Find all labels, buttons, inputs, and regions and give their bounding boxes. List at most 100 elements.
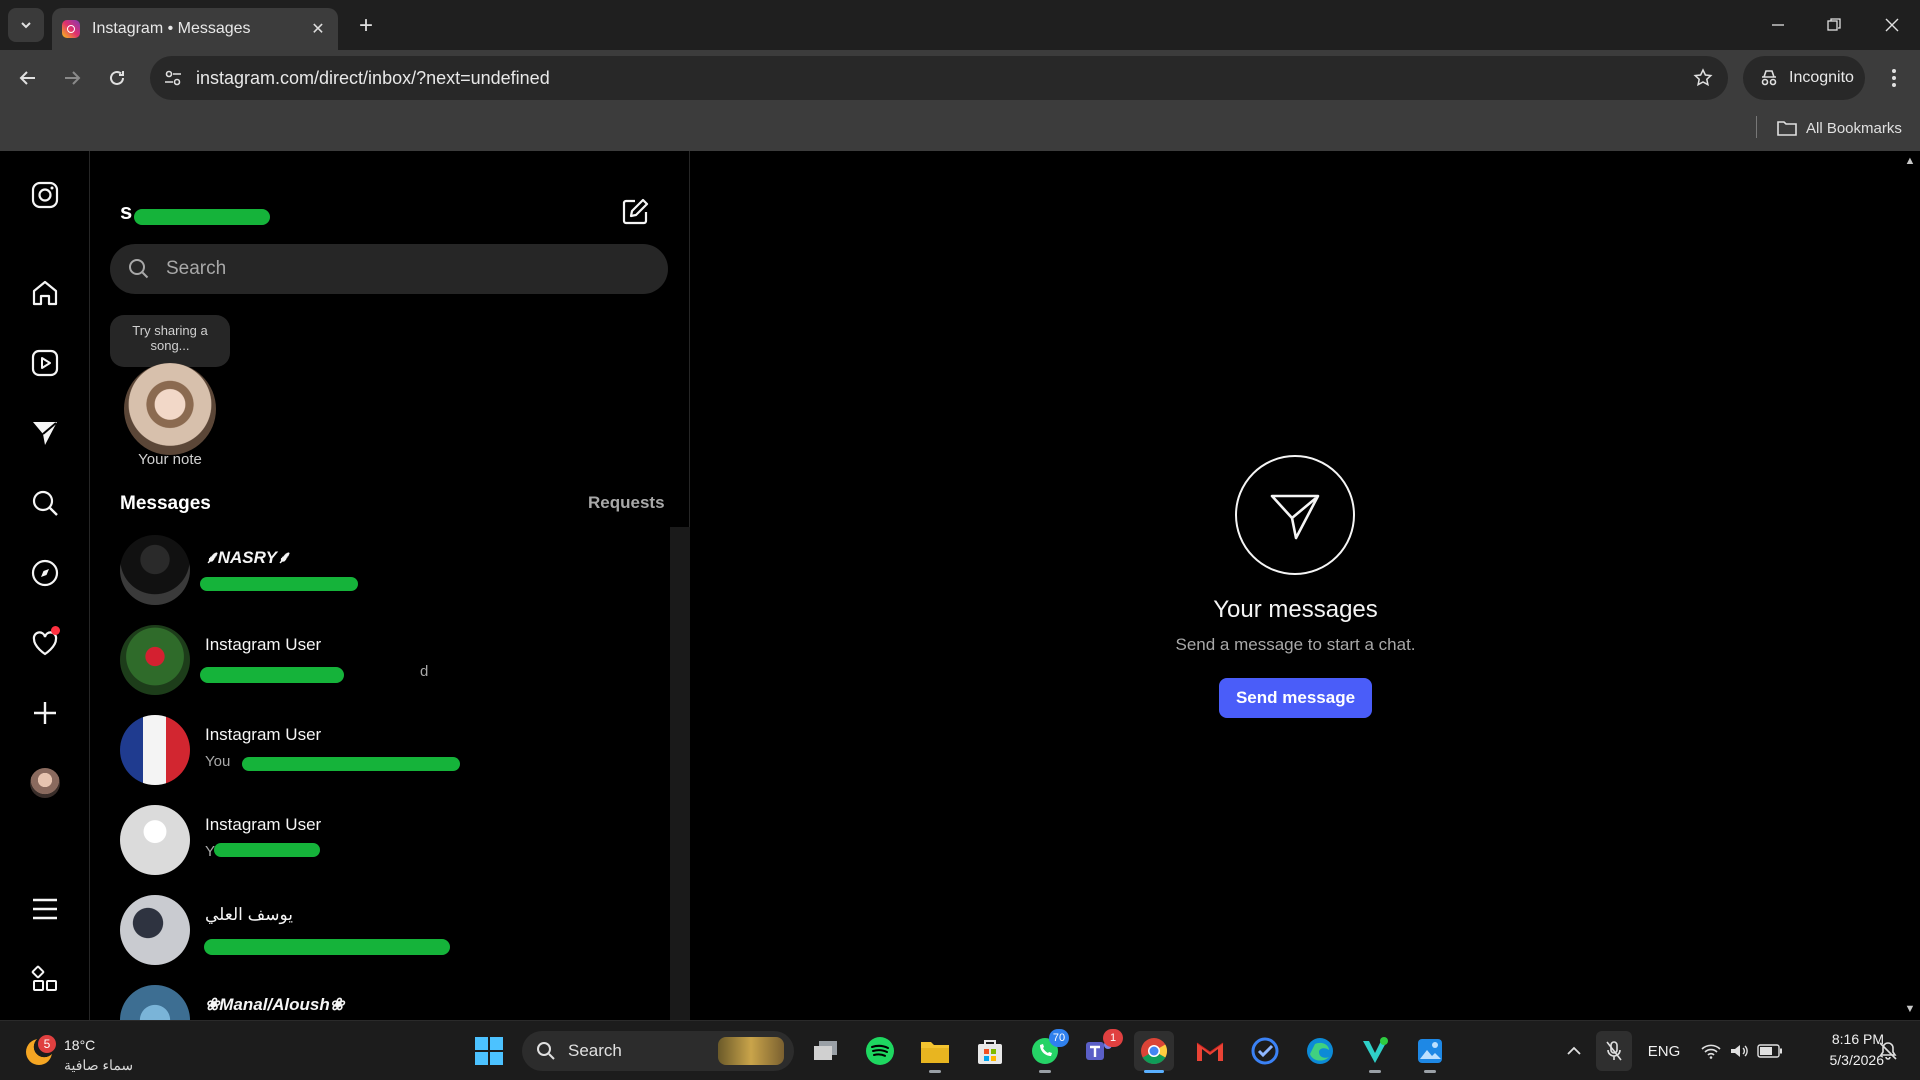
reload-button[interactable] bbox=[101, 62, 133, 94]
language-indicator[interactable]: ENG bbox=[1644, 1031, 1684, 1071]
tab-title: Instagram • Messages bbox=[92, 20, 251, 37]
photos-app[interactable] bbox=[1410, 1031, 1450, 1073]
close-icon bbox=[1885, 18, 1899, 32]
task-view-button[interactable] bbox=[806, 1031, 846, 1071]
thread-name: ⸙NASRY⸙ bbox=[205, 548, 290, 567]
start-button[interactable] bbox=[469, 1031, 509, 1071]
microphone-muted-icon bbox=[1606, 1041, 1622, 1061]
thread-name: Instagram User bbox=[205, 635, 322, 654]
incognito-icon bbox=[1761, 70, 1777, 86]
windows-taskbar: 5 18°C سماء صافية Search 70 1 ENG 8:16 P… bbox=[0, 1020, 1920, 1080]
search-input[interactable]: Search bbox=[110, 244, 668, 294]
note-bubble[interactable]: Try sharing a song... bbox=[110, 315, 230, 367]
quick-settings[interactable] bbox=[1696, 1031, 1788, 1071]
more-menu-icon[interactable] bbox=[25, 889, 65, 929]
restore-button[interactable] bbox=[1814, 10, 1854, 40]
thread-row[interactable]: Instagram User You bbox=[90, 707, 670, 797]
file-explorer-app[interactable] bbox=[915, 1031, 955, 1073]
task-view-icon bbox=[814, 1041, 837, 1060]
back-button[interactable] bbox=[12, 62, 44, 94]
whatsapp-app[interactable]: 70 bbox=[1025, 1029, 1069, 1073]
thread-preview: d bbox=[420, 663, 429, 680]
running-indicator bbox=[929, 1070, 941, 1073]
instagram-logo-icon[interactable] bbox=[25, 175, 65, 215]
reels-icon[interactable] bbox=[25, 343, 65, 383]
inbox-username[interactable]: s bbox=[120, 199, 132, 225]
page-scrollbar[interactable]: ▲ ▼ bbox=[1900, 151, 1920, 1020]
empty-subtitle: Send a message to start a chat. bbox=[1175, 635, 1416, 654]
messages-heading: Messages bbox=[120, 493, 211, 514]
active-tab[interactable]: Instagram • Messages ✕ bbox=[52, 8, 338, 50]
profile-avatar[interactable] bbox=[25, 763, 65, 803]
teams-app[interactable]: 1 bbox=[1079, 1029, 1123, 1071]
browser-menu-button[interactable] bbox=[1880, 64, 1908, 92]
browser-toolbar: instagram.com/direct/inbox/?next=undefin… bbox=[0, 50, 1920, 106]
gmail-app[interactable] bbox=[1190, 1031, 1230, 1071]
todo-app[interactable] bbox=[1245, 1031, 1285, 1071]
bookmark-star-icon[interactable] bbox=[1688, 63, 1718, 93]
thread-row[interactable]: Instagram User Y bbox=[90, 797, 670, 887]
inbox-scrollbar[interactable] bbox=[670, 527, 690, 1020]
show-hidden-icons[interactable] bbox=[1562, 1031, 1586, 1071]
search-placeholder: Search bbox=[166, 258, 227, 279]
thread-row[interactable]: يوسف العلي bbox=[90, 887, 670, 977]
weather-widget[interactable]: 5 18°C سماء صافية bbox=[22, 1029, 152, 1073]
all-bookmarks-button[interactable]: All Bookmarks bbox=[1776, 114, 1902, 142]
notification-center[interactable] bbox=[1874, 1031, 1902, 1071]
thread-name: ❀Manal/Aloush❀ bbox=[205, 995, 344, 1014]
instagram-favicon-icon bbox=[62, 20, 80, 38]
url-text[interactable]: instagram.com/direct/inbox/?next=undefin… bbox=[196, 68, 1688, 89]
home-icon[interactable] bbox=[25, 273, 65, 313]
taskbar-search[interactable]: Search bbox=[522, 1031, 794, 1071]
arrow-left-icon bbox=[19, 71, 35, 85]
running-indicator bbox=[1039, 1070, 1051, 1073]
forward-button[interactable] bbox=[56, 62, 88, 94]
volume-icon bbox=[1731, 1045, 1748, 1057]
edge-app[interactable] bbox=[1300, 1031, 1340, 1071]
thread-row[interactable]: Instagram User d bbox=[90, 617, 670, 707]
system-clock[interactable]: 8:16 PM 5/3/2026 bbox=[1800, 1029, 1885, 1071]
close-tab-icon[interactable]: ✕ bbox=[308, 19, 328, 39]
microphone-muted[interactable] bbox=[1596, 1031, 1632, 1071]
more-vertical-icon bbox=[1892, 69, 1896, 87]
spotify-app[interactable] bbox=[860, 1031, 900, 1071]
whatsapp-badge: 70 bbox=[1049, 1029, 1069, 1047]
thread-row[interactable]: ⸙NASRY⸙ bbox=[90, 527, 670, 617]
microsoft-store-app[interactable] bbox=[970, 1031, 1010, 1071]
messages-paper-plane-icon bbox=[1235, 455, 1355, 575]
create-plus-icon[interactable] bbox=[25, 693, 65, 733]
your-note-avatar[interactable] bbox=[124, 363, 216, 455]
thread-name: Instagram User bbox=[205, 725, 322, 744]
send-message-button[interactable]: Send message bbox=[1219, 678, 1372, 718]
notification-bell-icon bbox=[1879, 1042, 1897, 1060]
checkmark-circle-icon bbox=[1251, 1037, 1279, 1065]
incognito-indicator[interactable]: Incognito bbox=[1743, 56, 1865, 100]
new-message-button[interactable] bbox=[618, 195, 652, 229]
also-from-meta-icon[interactable] bbox=[25, 959, 65, 999]
minimize-icon bbox=[1772, 24, 1784, 26]
address-bar[interactable]: instagram.com/direct/inbox/?next=undefin… bbox=[150, 56, 1728, 100]
avatar bbox=[120, 985, 190, 1020]
new-tab-button[interactable]: + bbox=[352, 12, 380, 40]
explore-compass-icon[interactable] bbox=[25, 553, 65, 593]
scroll-down-arrow-icon[interactable]: ▼ bbox=[1904, 1003, 1916, 1015]
arrow-right-icon bbox=[65, 71, 81, 85]
search-icon[interactable] bbox=[25, 483, 65, 523]
notifications-heart-icon[interactable] bbox=[25, 623, 65, 663]
vpn-app[interactable] bbox=[1355, 1031, 1395, 1073]
inbox-panel: s Search Try sharing a song... Your note… bbox=[90, 151, 690, 1020]
spotify-icon bbox=[866, 1037, 894, 1065]
requests-link[interactable]: Requests bbox=[588, 493, 665, 513]
wifi-icon bbox=[1701, 1044, 1721, 1059]
site-info-icon[interactable] bbox=[160, 65, 186, 91]
scroll-up-arrow-icon[interactable]: ▲ bbox=[1904, 155, 1916, 167]
close-window-button[interactable] bbox=[1872, 10, 1912, 40]
thread-row[interactable]: ❀Manal/Aloush❀ bbox=[90, 977, 670, 1020]
chevron-down-icon bbox=[21, 22, 31, 29]
messages-icon[interactable] bbox=[25, 413, 65, 453]
minimize-button[interactable] bbox=[1758, 10, 1798, 40]
all-bookmarks-label: All Bookmarks bbox=[1806, 119, 1902, 137]
search-icon bbox=[537, 1042, 555, 1060]
tab-search-button[interactable] bbox=[8, 8, 44, 42]
chrome-app[interactable] bbox=[1134, 1031, 1174, 1073]
